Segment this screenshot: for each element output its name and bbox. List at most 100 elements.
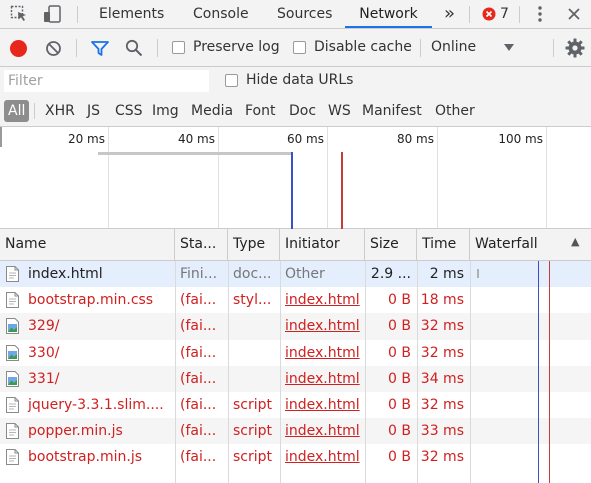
column-header-initiator[interactable]: Initiator xyxy=(280,229,365,260)
request-status: (fai... xyxy=(180,370,217,387)
request-name[interactable]: popper.min.js xyxy=(23,418,173,444)
request-size: 0 B xyxy=(388,318,411,335)
table-row[interactable]: index.html Fini... doc... Other 2.9 ... 2 ms xyxy=(0,261,591,288)
type-filter-img[interactable]: Img xyxy=(152,100,179,122)
request-time: 32 ms xyxy=(420,449,464,466)
column-divider xyxy=(470,261,471,483)
request-initiator[interactable]: index.html xyxy=(280,366,365,392)
network-toolbar: Preserve log Disable cache Online xyxy=(0,29,591,67)
types-divider xyxy=(34,103,35,119)
request-size: 0 B xyxy=(388,423,411,440)
tab-elements[interactable]: Elements xyxy=(99,0,164,28)
type-filter-xhr[interactable]: XHR xyxy=(45,100,75,122)
type-filter-js[interactable]: JS xyxy=(87,100,100,122)
throttling-select[interactable]: Online xyxy=(431,39,476,55)
more-tabs-button[interactable]: » xyxy=(444,0,455,28)
device-toolbar-icon[interactable] xyxy=(40,0,66,28)
column-header-status[interactable]: Sta... xyxy=(175,229,228,260)
overview-tick-label: 40 ms xyxy=(177,132,215,146)
type-filter-css[interactable]: CSS xyxy=(115,100,143,122)
type-filter-all[interactable]: All xyxy=(4,100,30,122)
column-header-name[interactable]: Name xyxy=(0,229,175,260)
request-time: 32 ms xyxy=(420,396,464,413)
filter-icon[interactable] xyxy=(91,40,109,57)
request-initiator[interactable]: index.html xyxy=(280,340,365,366)
tab-console[interactable]: Console xyxy=(193,0,249,28)
table-row[interactable]: 330/ (fai... index.html 0 B 32 ms xyxy=(0,340,591,366)
load-event-marker xyxy=(341,152,343,229)
kebab-menu-icon[interactable] xyxy=(531,0,549,28)
filter-input[interactable] xyxy=(4,70,209,92)
request-initiator[interactable]: index.html xyxy=(280,418,365,444)
preserve-log-checkbox[interactable] xyxy=(172,41,185,54)
tab-sources[interactable]: Sources xyxy=(277,0,332,28)
table-row[interactable]: bootstrap.min.css (fai... styl... index.htm… xyxy=(0,287,591,313)
request-type xyxy=(228,366,280,392)
column-header-size[interactable]: Size xyxy=(365,229,417,260)
close-icon[interactable] xyxy=(563,0,585,28)
type-filter-doc[interactable]: Doc xyxy=(289,100,316,122)
request-name[interactable]: 330/ xyxy=(23,340,173,366)
type-filter-ws[interactable]: WS xyxy=(328,100,351,122)
record-button[interactable] xyxy=(10,40,27,57)
table-row[interactable]: bootstrap.min.js (fai... script index.html 0… xyxy=(0,444,591,470)
document-icon xyxy=(6,266,19,282)
dropdown-arrow-icon[interactable] xyxy=(504,44,514,51)
request-size: 0 B xyxy=(388,292,411,309)
table-row[interactable]: jquery-3.3.1.slim.... (fai... script index.… xyxy=(0,392,591,418)
request-status: (fai... xyxy=(180,344,217,361)
image-icon xyxy=(6,318,19,335)
overview-gridline xyxy=(108,127,109,228)
type-filter-other[interactable]: Other xyxy=(435,100,475,122)
request-name[interactable]: 329/ xyxy=(23,313,173,339)
request-initiator[interactable]: index.html xyxy=(280,392,365,418)
toolbar-divider xyxy=(469,6,470,23)
disable-cache-checkbox[interactable] xyxy=(293,41,306,54)
request-status: (fai... xyxy=(180,423,217,440)
column-header-type[interactable]: Type xyxy=(228,229,280,260)
request-name[interactable]: bootstrap.min.js xyxy=(23,444,173,470)
table-row[interactable]: popper.min.js (fai... script index.html 0 B 3… xyxy=(0,418,591,445)
type-filter-manifest[interactable]: Manifest xyxy=(362,100,422,122)
request-initiator[interactable]: index.html xyxy=(280,313,365,339)
table-header: Name Sta... Type Initiator Size Time Wat… xyxy=(0,229,591,261)
overview-tick-label: 100 ms xyxy=(498,132,543,146)
request-status: (fai... xyxy=(180,396,217,413)
request-initiator: Other xyxy=(285,266,325,282)
request-status: (fai... xyxy=(180,318,217,335)
request-name[interactable]: 331/ xyxy=(23,366,173,392)
request-type: script xyxy=(233,423,273,440)
request-initiator[interactable]: index.html xyxy=(280,287,365,313)
network-overview[interactable]: 20 ms 40 ms 60 ms 80 ms 100 ms xyxy=(0,127,591,229)
request-initiator[interactable]: index.html xyxy=(280,444,365,470)
request-size: 0 B xyxy=(388,370,411,387)
overview-gridline xyxy=(546,127,547,228)
settings-gear-icon[interactable] xyxy=(565,38,585,58)
image-icon xyxy=(6,370,19,387)
type-filter-media[interactable]: Media xyxy=(191,100,233,122)
request-name[interactable]: jquery-3.3.1.slim.... xyxy=(23,392,173,418)
sort-ascending-icon[interactable]: ▲ xyxy=(571,235,579,248)
preserve-log-label[interactable]: Preserve log xyxy=(193,39,280,55)
inspect-element-icon[interactable] xyxy=(6,0,32,28)
error-count[interactable]: 7 xyxy=(500,0,509,28)
request-name[interactable]: bootstrap.min.css xyxy=(23,287,173,313)
tab-network[interactable]: Network xyxy=(345,0,432,28)
hide-data-urls-label[interactable]: Hide data URLs xyxy=(246,72,353,88)
request-name[interactable]: index.html xyxy=(23,261,173,287)
table-row[interactable]: 331/ (fai... index.html 0 B 34 ms xyxy=(0,365,591,392)
toolbar-divider xyxy=(553,39,554,57)
overview-gridline xyxy=(218,127,219,228)
error-icon[interactable] xyxy=(481,0,497,28)
hide-data-urls-checkbox[interactable] xyxy=(225,74,238,87)
search-icon[interactable] xyxy=(125,39,143,57)
table-row[interactable]: 329/ (fai... index.html 0 B 32 ms xyxy=(0,313,591,340)
column-header-time[interactable]: Time xyxy=(417,229,470,260)
request-status: Fini... xyxy=(180,266,218,282)
type-filter-font[interactable]: Font xyxy=(245,100,275,122)
document-icon xyxy=(6,292,19,309)
clear-icon[interactable] xyxy=(45,40,62,57)
request-type: styl... xyxy=(233,292,272,309)
overview-gridline xyxy=(327,127,328,228)
disable-cache-label[interactable]: Disable cache xyxy=(314,39,412,55)
